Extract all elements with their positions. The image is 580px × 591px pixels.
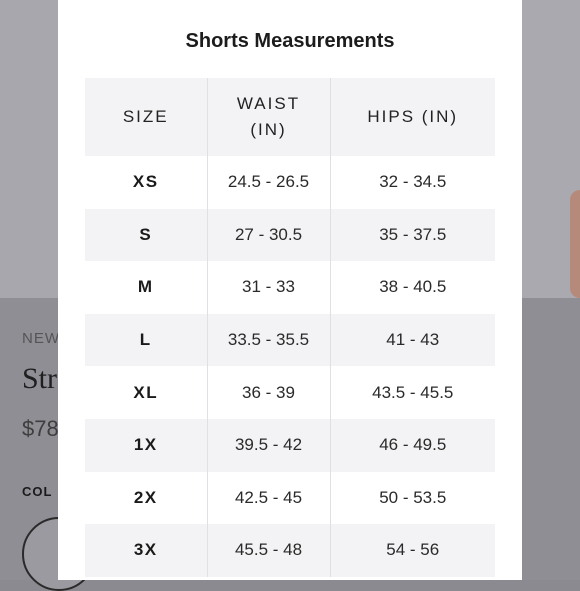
table-row: 3X 45.5 - 48 54 - 56 (85, 524, 495, 577)
hips-cell: 43.5 - 45.5 (329, 366, 495, 419)
waist-cell: 36 - 39 (206, 366, 330, 419)
size-chart-modal: Shorts Measurements SIZE WAIST (IN) HIPS … (58, 0, 522, 580)
table-row: 2X 42.5 - 45 50 - 53.5 (85, 471, 495, 525)
size-cell: L (85, 313, 207, 367)
table-row: XL 36 - 39 43.5 - 45.5 (85, 366, 495, 419)
model-arm (570, 190, 580, 298)
size-cell: 1X (85, 418, 207, 472)
waist-cell: 31 - 33 (206, 261, 330, 314)
hips-cell: 41 - 43 (329, 313, 495, 367)
waist-cell: 24.5 - 26.5 (206, 156, 330, 209)
waist-cell: 33.5 - 35.5 (206, 313, 330, 367)
size-chart-table: SIZE WAIST (IN) HIPS (IN) XS 24.5 - 26.5 … (85, 78, 495, 577)
size-cell: S (85, 208, 207, 262)
size-cell: M (137, 277, 154, 297)
waist-cell: 42.5 - 45 (206, 471, 330, 525)
waist-cell: 27 - 30.5 (206, 208, 330, 262)
table-row: S 27 - 30.5 35 - 37.5 (85, 208, 495, 262)
size-cell: 3X (85, 524, 207, 577)
hips-cell: 54 - 56 (329, 524, 495, 577)
new-badge: NEW (22, 330, 60, 347)
size-cell: XS (132, 172, 159, 192)
table-header-row: SIZE WAIST (IN) HIPS (IN) (85, 78, 495, 156)
table-row: XS 24.5 - 26.5 32 - 34.5 (85, 156, 495, 209)
modal-title: Shorts Measurements (185, 30, 395, 52)
header-hips: HIPS (IN) (329, 78, 495, 156)
product-photo-right (522, 0, 580, 298)
header-waist-line1: WAIST (236, 94, 301, 113)
hips-cell: 38 - 40.5 (329, 261, 495, 314)
hips-cell: 46 - 49.5 (329, 418, 495, 472)
color-label: COL (22, 484, 53, 499)
table-row: L 33.5 - 35.5 41 - 43 (85, 313, 495, 367)
header-waist: WAIST (IN) (206, 78, 330, 156)
product-price: $78 (22, 416, 59, 441)
waist-cell: 45.5 - 48 (206, 524, 330, 577)
size-cell: 2X (133, 487, 158, 507)
header-waist-line2: (IN) (250, 120, 287, 139)
hips-cell: 32 - 34.5 (329, 156, 495, 209)
size-cell: XL (133, 382, 159, 402)
table-row: M 31 - 33 38 - 40.5 (85, 261, 495, 314)
header-size: SIZE (85, 78, 207, 156)
product-photo-left (0, 0, 58, 298)
table-row: 1X 39.5 - 42 46 - 49.5 (85, 418, 495, 472)
hips-cell: 50 - 53.5 (329, 471, 495, 525)
hips-cell: 35 - 37.5 (329, 208, 495, 262)
waist-cell: 39.5 - 42 (206, 418, 330, 472)
